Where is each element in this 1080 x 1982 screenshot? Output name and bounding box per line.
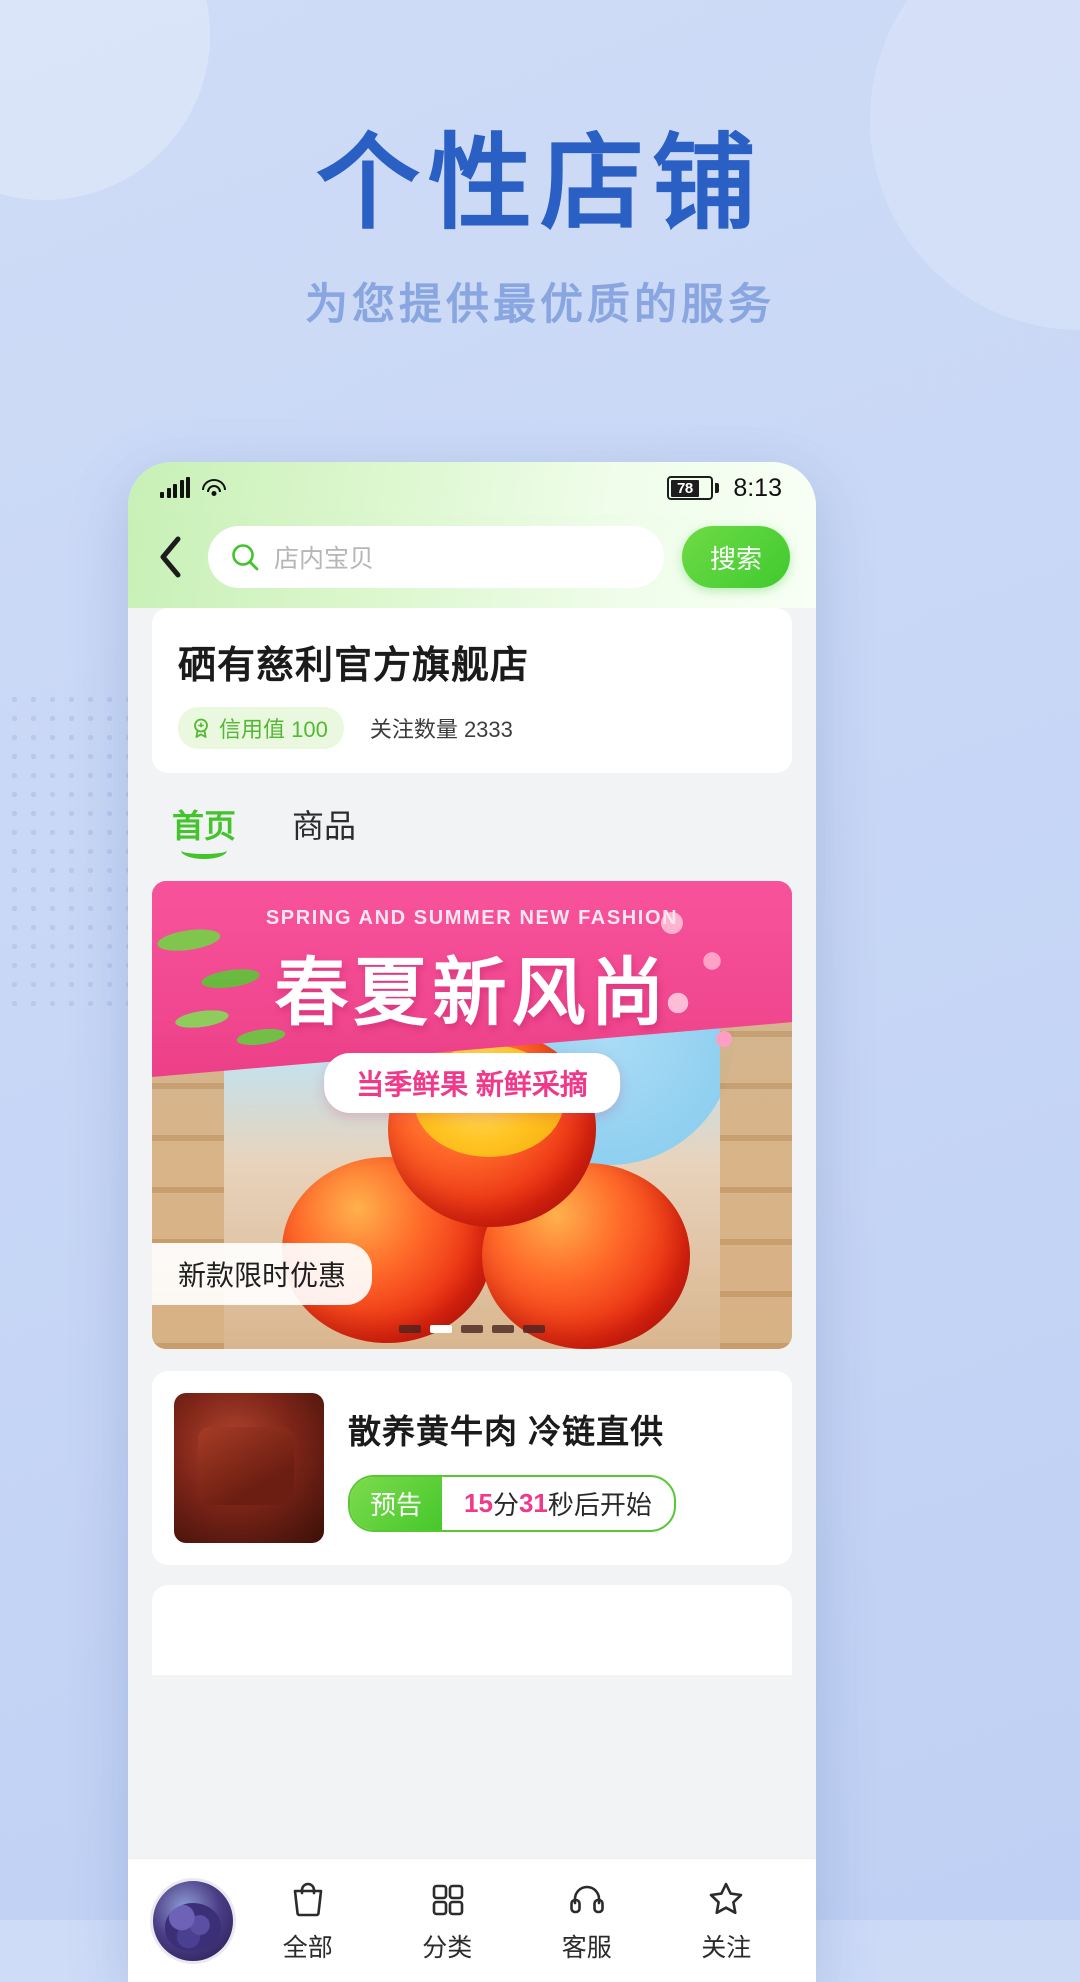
status-bar-right: 78 8:13	[667, 474, 782, 503]
banner-corner-tag: 新款限时优惠	[152, 1243, 373, 1305]
search-header: 店内宝贝 搜索	[128, 514, 816, 608]
nav-item-follow[interactable]: 关注	[659, 1878, 795, 1964]
nav-label-service: 客服	[561, 1933, 612, 1962]
nav-label-follow: 关注	[701, 1933, 752, 1962]
countdown-seconds: 31	[518, 1487, 548, 1518]
live-countdown-row: 预告 15 分 31 秒后开始	[348, 1474, 676, 1532]
credit-label: 信用值 100	[219, 717, 328, 742]
banner-chinese-title: 春夏新风尚	[274, 951, 670, 1034]
countdown-minute-unit: 分	[492, 1489, 519, 1520]
store-tabs: 首页 商品	[128, 773, 816, 875]
star-icon	[709, 1882, 743, 1914]
status-bar-left	[160, 477, 226, 498]
status-bar: 78 8:13	[128, 462, 816, 514]
signal-bars-icon	[160, 477, 190, 498]
page-title: 个性店铺	[315, 126, 764, 242]
store-name: 硒有慈利官方旗舰店	[178, 645, 530, 687]
carousel-dots[interactable]	[152, 1325, 792, 1333]
search-input[interactable]: 店内宝贝	[208, 526, 664, 588]
carousel-dot[interactable]	[399, 1325, 421, 1333]
back-button[interactable]	[150, 534, 190, 580]
tab-home[interactable]: 首页	[172, 801, 236, 859]
nav-item-service[interactable]: 客服	[519, 1878, 655, 1964]
chevron-left-icon	[160, 536, 181, 578]
carousel-dot[interactable]	[461, 1325, 483, 1333]
bottom-navigation-bar: 全部 分类 客服 关注	[128, 1858, 816, 1982]
tab-products[interactable]: 商品	[292, 801, 356, 859]
next-card-stub	[152, 1585, 792, 1675]
live-preview-badge: 预告	[350, 1476, 443, 1530]
live-countdown-text: 15 分 31 秒后开始	[442, 1477, 674, 1530]
store-info-card: 硒有慈利官方旗舰店 信用值 100 关注数量 2333	[152, 608, 792, 773]
product-title: 散养黄牛肉 冷链直供	[348, 1412, 665, 1450]
live-product-card[interactable]: 散养黄牛肉 冷链直供 预告 15 分 31 秒后开始	[152, 1371, 792, 1565]
banner-subtitle-pill: 当季鲜果 新鲜采摘	[324, 1053, 620, 1113]
headset-icon	[569, 1885, 604, 1913]
nav-item-category[interactable]: 分类	[380, 1878, 516, 1964]
store-meta-row: 信用值 100 关注数量 2333	[178, 707, 766, 749]
store-avatar-icon[interactable]	[150, 1877, 236, 1964]
carousel-dot-active[interactable]	[430, 1325, 452, 1333]
bag-icon	[293, 1882, 323, 1916]
battery-level-text: 78	[670, 479, 699, 497]
follow-count-label: 关注数量 2333	[369, 717, 513, 742]
promo-banner-carousel[interactable]: SPRING AND SUMMER NEW FASHION 春夏新风尚 当季鲜果…	[152, 881, 792, 1349]
page-subtitle: 为您提供最优质的服务	[305, 281, 775, 330]
phone-mockup: 78 8:13 店内宝贝 搜索 硒有慈利官方旗舰店 信用值 100 关注数量 2…	[128, 462, 816, 1982]
status-bar-clock: 8:13	[733, 473, 782, 502]
countdown-second-unit: 秒后开始	[547, 1489, 652, 1520]
wifi-icon	[202, 478, 226, 498]
credit-badge: 信用值 100	[178, 707, 344, 749]
hero-section: 个性店铺 为您提供最优质的服务	[0, 128, 1080, 332]
nav-label-category: 分类	[422, 1933, 473, 1962]
battery-icon: 78	[667, 476, 720, 500]
countdown-minutes: 15	[464, 1487, 493, 1518]
product-thumbnail	[174, 1393, 324, 1543]
search-placeholder: 店内宝贝	[274, 545, 375, 573]
grid-icon	[432, 1884, 464, 1915]
background-dot-grid	[0, 690, 138, 1020]
banner-english-title: SPRING AND SUMMER NEW FASHION	[265, 907, 679, 929]
carousel-dot[interactable]	[523, 1325, 545, 1333]
nav-label-all: 全部	[282, 1933, 333, 1962]
product-info: 散养黄牛肉 冷链直供 预告 15 分 31 秒后开始	[348, 1405, 770, 1532]
carousel-dot[interactable]	[492, 1325, 514, 1333]
search-button[interactable]: 搜索	[682, 526, 790, 588]
search-icon	[232, 544, 259, 571]
medal-icon	[194, 718, 208, 738]
nav-item-all[interactable]: 全部	[240, 1878, 376, 1964]
